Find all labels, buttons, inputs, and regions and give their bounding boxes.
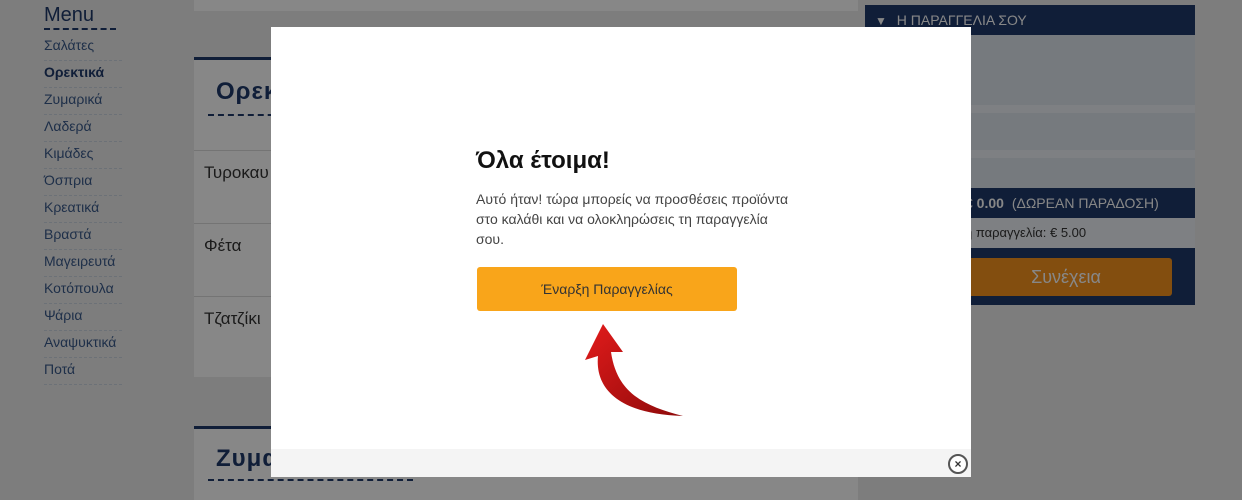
modal-message: Αυτό ήταν! τώρα μπορείς να προσθέσεις πρ… [476, 191, 789, 247]
modal-footer: × [271, 449, 971, 477]
start-order-button[interactable]: Έναρξη Παραγγελίας [477, 267, 737, 311]
welcome-modal: Όλα έτοιμα! Αυτό ήταν! τώρα μπορείς να π… [271, 27, 971, 477]
modal-title: Όλα έτοιμα! [476, 147, 610, 174]
curved-arrow-icon [585, 324, 683, 416]
close-icon[interactable]: × [948, 454, 968, 474]
